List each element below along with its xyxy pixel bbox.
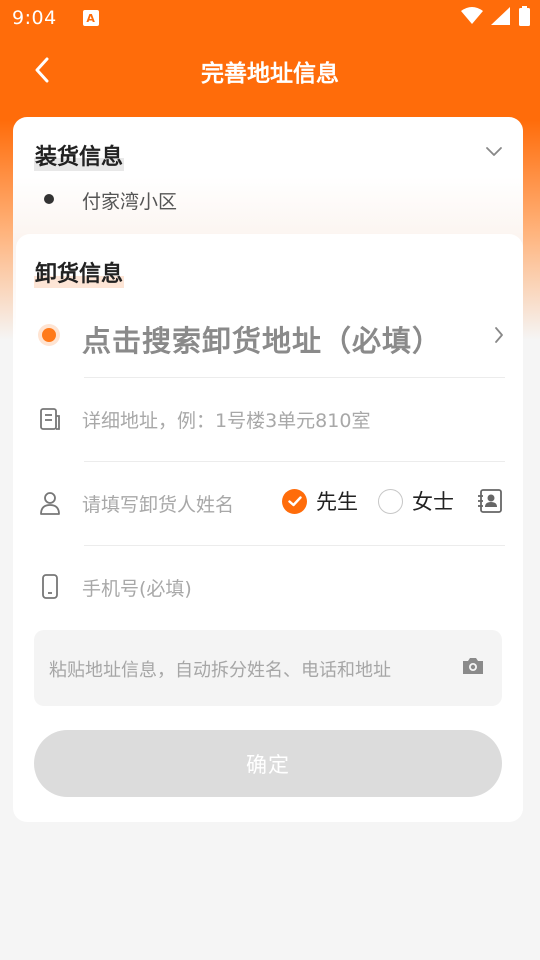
phone-input: 手机号(必填) bbox=[82, 578, 192, 600]
page-title: 完善地址信息 bbox=[201, 61, 339, 87]
gender-selector: 先生 女士 bbox=[282, 486, 474, 516]
wifi-icon bbox=[461, 7, 483, 24]
contact-row: 请填写卸货人姓名 先生 女士 bbox=[16, 474, 523, 534]
loading-collapse-button[interactable] bbox=[485, 143, 503, 162]
gender-ms-label[interactable]: 女士 bbox=[412, 486, 454, 516]
divider bbox=[84, 545, 505, 546]
loading-point-icon bbox=[44, 194, 54, 204]
camera-icon bbox=[463, 658, 483, 674]
status-icons bbox=[461, 6, 530, 26]
search-address-placeholder: 点击搜索卸货地址（必填） bbox=[82, 324, 443, 358]
detail-address-field[interactable]: 详细地址，例：1号楼3单元810室 bbox=[16, 390, 523, 450]
building-icon bbox=[40, 408, 60, 430]
check-icon bbox=[287, 495, 302, 506]
camera-button[interactable] bbox=[461, 656, 485, 680]
person-icon bbox=[40, 492, 60, 515]
contact-book-icon bbox=[478, 489, 502, 513]
gender-mr-label[interactable]: 先生 bbox=[316, 486, 358, 516]
contact-name-input[interactable]: 请填写卸货人姓名 bbox=[82, 490, 234, 517]
battery-icon bbox=[519, 6, 530, 26]
status-bar: 9:04 A bbox=[0, 0, 540, 36]
address-card: 装货信息 付家湾小区 卸货信息 点击搜索卸货地址（必填） 详细地址，例：1号楼3… bbox=[13, 117, 523, 822]
paste-address-box[interactable]: 粘贴地址信息，自动拆分姓名、电话和地址 bbox=[34, 630, 502, 706]
divider bbox=[84, 377, 505, 378]
phone-icon bbox=[42, 574, 58, 599]
signal-icon bbox=[491, 7, 510, 25]
gender-ms-radio[interactable] bbox=[378, 488, 403, 514]
gender-mr-radio[interactable] bbox=[282, 488, 307, 514]
app-header: 完善地址信息 bbox=[0, 40, 540, 98]
unloading-point-icon bbox=[42, 328, 56, 342]
unloading-section-title: 卸货信息 bbox=[34, 256, 125, 288]
status-time: 9:04 bbox=[12, 7, 57, 29]
divider bbox=[84, 461, 505, 462]
detail-address-input: 详细地址，例：1号楼3单元810室 bbox=[82, 410, 371, 432]
confirm-button[interactable]: 确定 bbox=[34, 730, 502, 797]
chevron-right-icon bbox=[495, 327, 503, 343]
phone-field[interactable]: 手机号(必填) bbox=[16, 558, 523, 618]
contact-book-button[interactable] bbox=[477, 488, 503, 518]
paste-address-placeholder: 粘贴地址信息，自动拆分姓名、电话和地址 bbox=[49, 660, 391, 681]
app-notification-icon: A bbox=[82, 10, 99, 26]
loading-section-title: 装货信息 bbox=[34, 139, 125, 171]
unloading-address-search[interactable]: 点击搜索卸货地址（必填） bbox=[16, 306, 523, 378]
chevron-down-icon bbox=[486, 147, 502, 156]
loading-address: 付家湾小区 bbox=[82, 191, 178, 213]
unloading-panel: 卸货信息 点击搜索卸货地址（必填） 详细地址，例：1号楼3单元810室 请填写卸… bbox=[16, 234, 523, 822]
